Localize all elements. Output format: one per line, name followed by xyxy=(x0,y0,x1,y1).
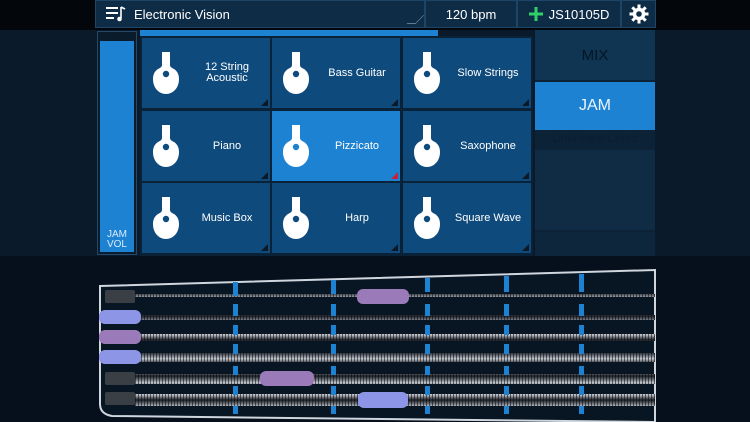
guitar-icon xyxy=(414,197,440,239)
instrument-tile-pizzicato[interactable]: Pizzicato xyxy=(272,111,400,181)
settings-button[interactable] xyxy=(621,0,656,28)
options-corner-icon[interactable] xyxy=(522,244,529,251)
top-bar: Electronic Vision 120 bpm JS10105D xyxy=(0,0,750,30)
instrument-name: Pizzicato xyxy=(334,139,380,152)
instrument-tile-piano[interactable]: Piano xyxy=(142,111,270,181)
instrument-name: Harp xyxy=(345,211,369,224)
device-button[interactable]: JS10105D xyxy=(517,0,621,28)
plus-icon xyxy=(528,7,543,21)
options-corner-icon[interactable] xyxy=(522,172,529,179)
mix-button[interactable]: MIX xyxy=(535,30,655,80)
instrument-name: Saxophone xyxy=(460,139,516,152)
instrument-tile-music-box[interactable]: Music Box xyxy=(142,183,270,253)
options-corner-icon[interactable] xyxy=(261,99,268,106)
options-corner-icon[interactable] xyxy=(522,99,529,106)
mode-panel-footer xyxy=(535,232,655,256)
guitar-icon xyxy=(283,197,309,239)
guitar-icon xyxy=(153,197,179,239)
options-corner-icon[interactable] xyxy=(391,172,398,179)
options-corner-icon[interactable] xyxy=(391,244,398,251)
onefinger-chord-toggle[interactable]: OneFinger Chord xyxy=(535,133,655,145)
instrument-tile-harp[interactable]: Harp xyxy=(272,183,400,253)
song-title: Electronic Vision xyxy=(134,6,230,22)
instrument-name: Piano xyxy=(212,139,242,152)
guitar-icon xyxy=(153,52,179,94)
device-name: JS10105D xyxy=(548,6,610,22)
volume-level-fill xyxy=(100,40,134,252)
song-selector[interactable]: Electronic Vision xyxy=(95,0,425,28)
instrument-tile-bass-guitar[interactable]: Bass Guitar xyxy=(272,38,400,108)
options-corner-icon[interactable] xyxy=(261,244,268,251)
chord-mode-area xyxy=(535,150,655,230)
jam-volume-slider[interactable]: JAM VOL xyxy=(97,31,137,255)
jam-volume-label: JAM VOL xyxy=(106,229,127,250)
jam-button[interactable]: JAM xyxy=(535,82,655,130)
instrument-tile-saxophone[interactable]: Saxophone xyxy=(403,111,531,181)
resize-handle xyxy=(406,15,425,24)
instrument-name: Music Box xyxy=(201,211,253,224)
guitar-icon xyxy=(283,125,309,167)
instrument-name: 12 String Acoustic xyxy=(204,61,250,84)
instrument-name: Slow Strings xyxy=(457,66,519,79)
guitar-icon xyxy=(414,52,440,94)
gear-icon xyxy=(629,4,648,24)
instrument-tile-12-string-acoustic[interactable]: 12 String Acoustic xyxy=(142,38,270,108)
instrument-name: Square Wave xyxy=(454,211,522,224)
tempo-label: 120 bpm xyxy=(445,6,497,22)
playlist-icon xyxy=(106,6,126,22)
guitar-icon xyxy=(414,125,440,167)
guitar-icon xyxy=(153,125,179,167)
instrument-tile-slow-strings[interactable]: Slow Strings xyxy=(403,38,531,108)
guitar-icon xyxy=(283,52,309,94)
string-fretboard[interactable] xyxy=(0,256,750,422)
tempo-button[interactable]: 120 bpm xyxy=(425,0,517,28)
instrument-name: Bass Guitar xyxy=(328,66,386,79)
options-corner-icon[interactable] xyxy=(391,99,398,106)
instrument-tile-square-wave[interactable]: Square Wave xyxy=(403,183,531,253)
options-corner-icon[interactable] xyxy=(261,172,268,179)
